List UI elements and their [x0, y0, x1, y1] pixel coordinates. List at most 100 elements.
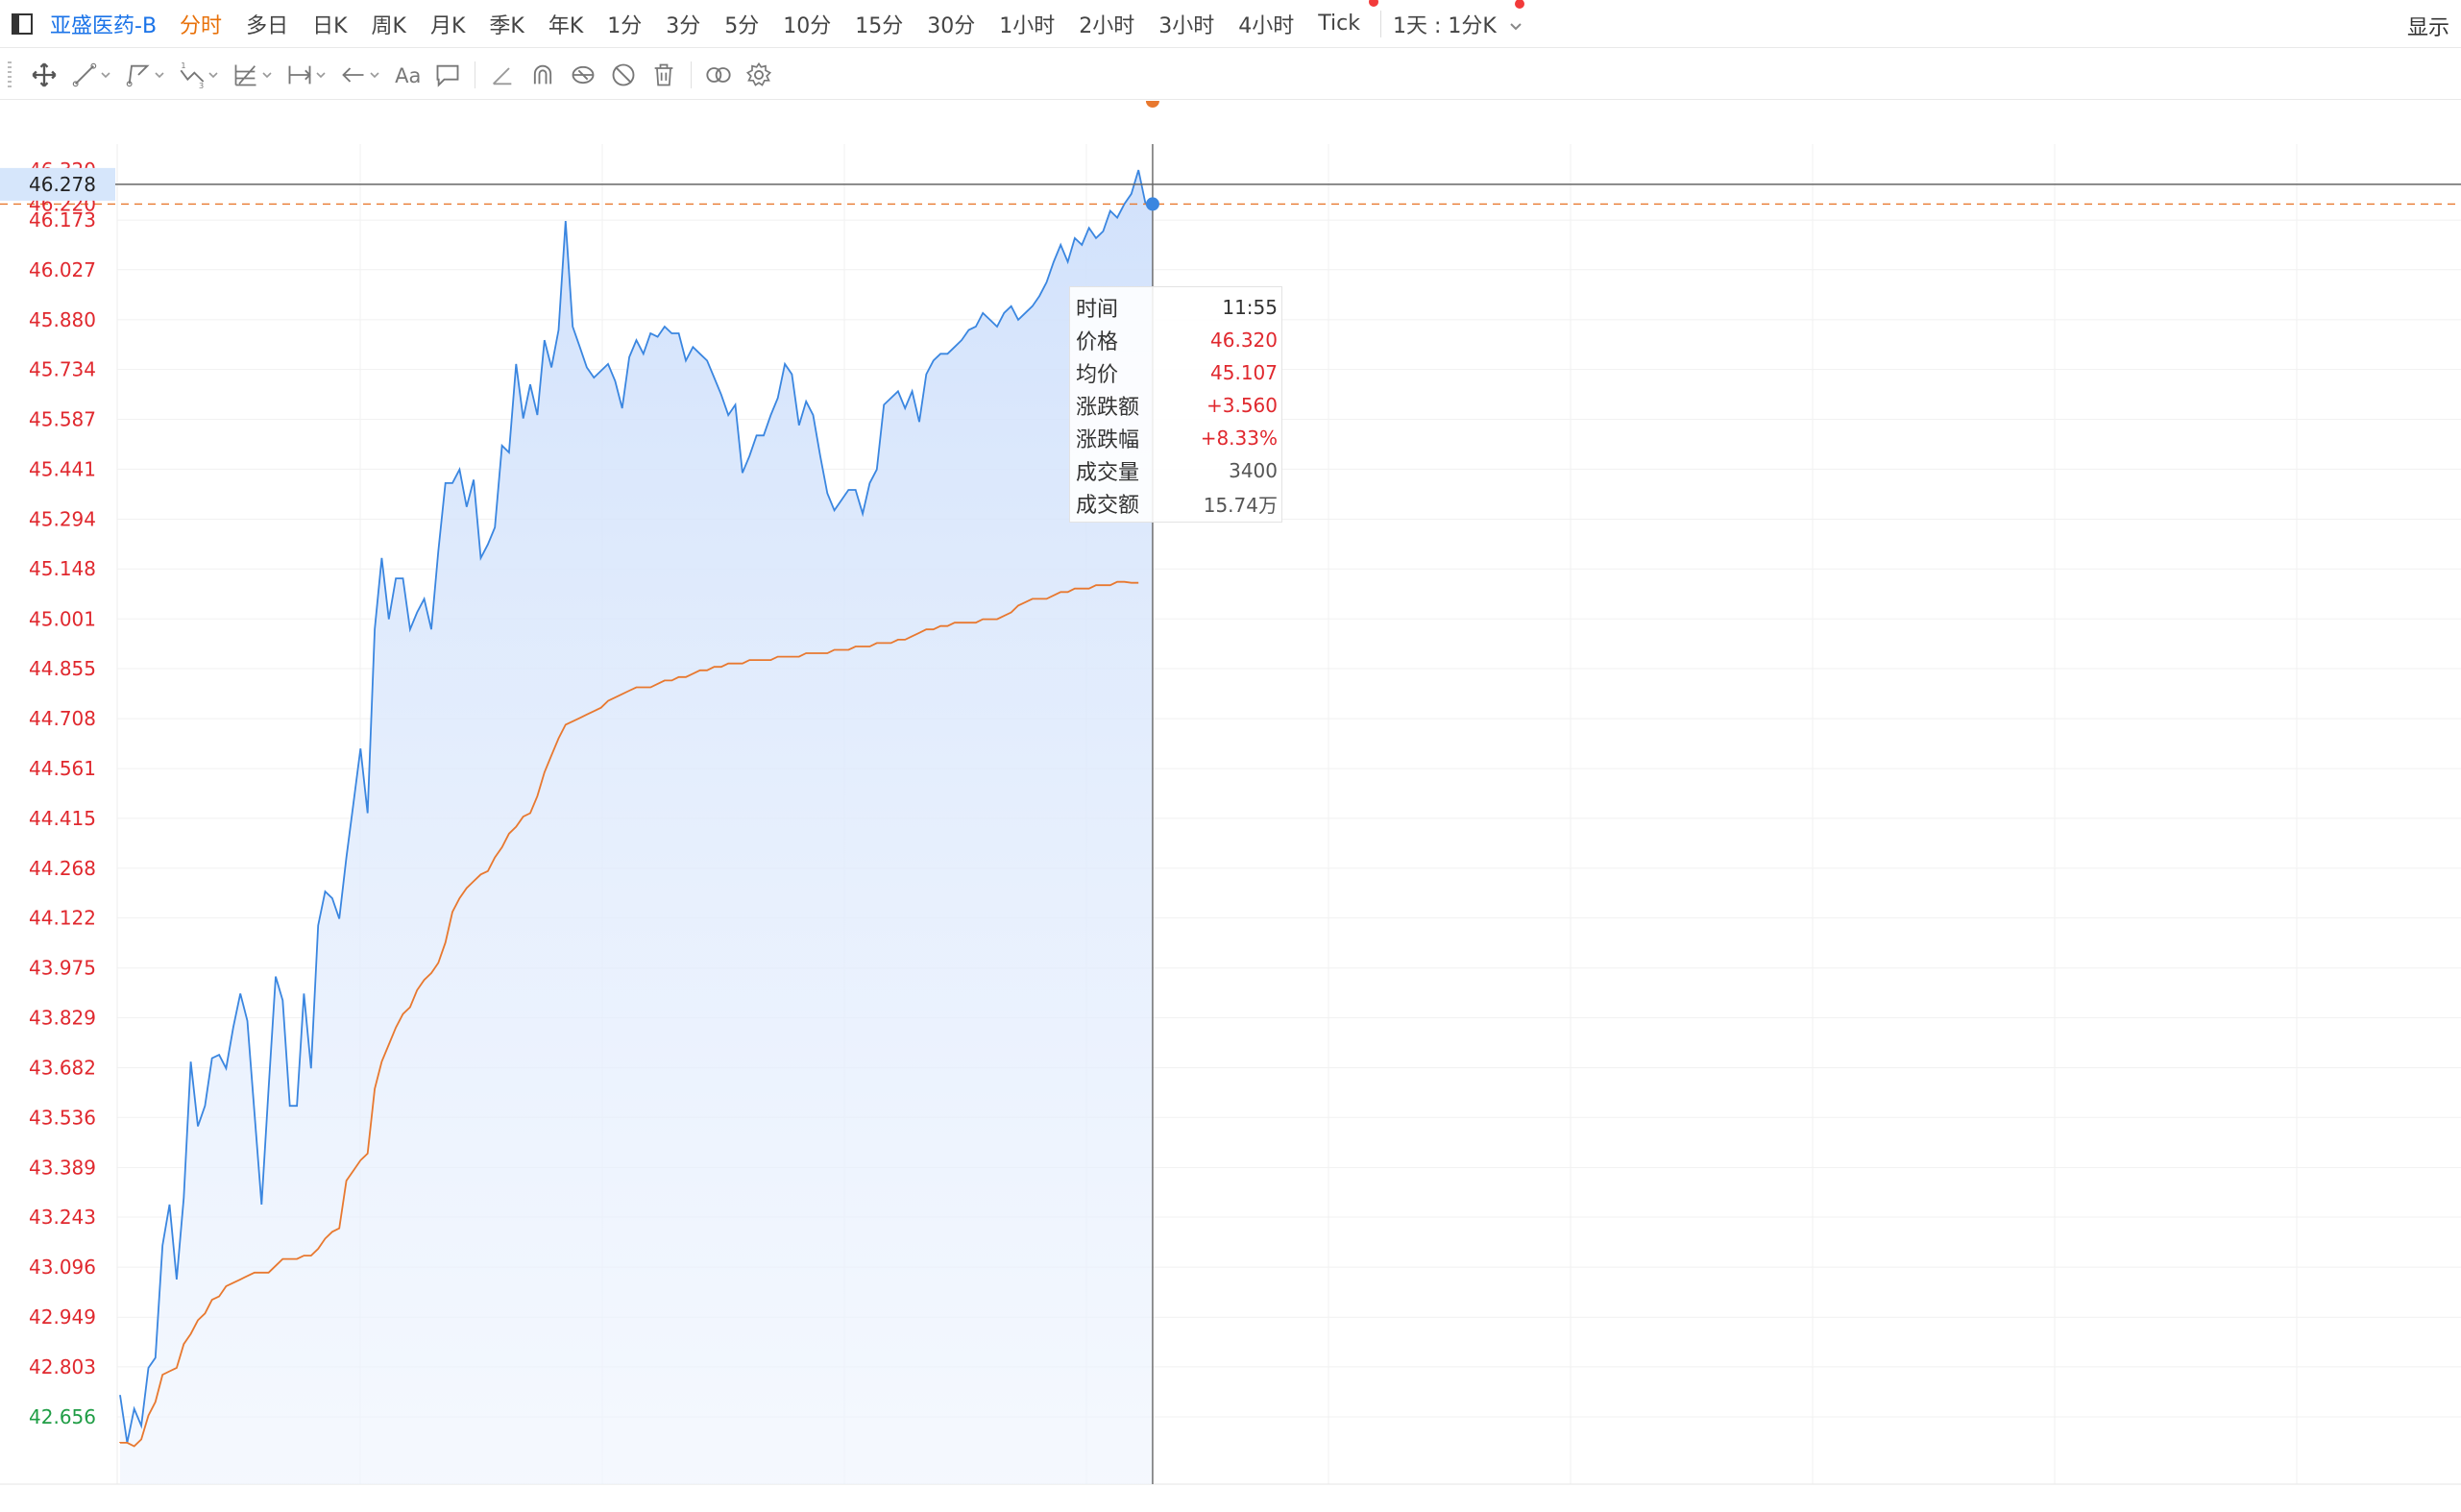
tooltip-label: 价格: [1076, 330, 1119, 354]
chevron-down-icon[interactable]: [207, 70, 219, 80]
top-bar: 亚盛医药-B 分时 多日 日K 周K 月K 季K 年K 1分 3分 5分 10分 15分 30分 1小时 2…: [0, 0, 2461, 48]
tab-timeframe[interactable]: 15分: [855, 9, 903, 39]
tab-timeframe[interactable]: 周K: [372, 9, 406, 39]
tab-timeframe[interactable]: 多日: [246, 9, 288, 39]
tooltip-row: 涨跌幅 +8.33%: [1076, 422, 1278, 454]
y-tick-label: 43.536: [29, 1106, 96, 1129]
arrow-left-tool[interactable]: [340, 61, 380, 88]
svg-text:Aa: Aa: [395, 64, 421, 87]
stock-name[interactable]: 亚盛医药-B: [50, 9, 157, 39]
y-tick-label: 43.975: [29, 957, 96, 980]
compare-tool[interactable]: [705, 61, 732, 88]
arrow-left-icon: [342, 66, 364, 83]
y-tick-label: 44.268: [29, 857, 96, 880]
tab-timeframe[interactable]: 5分: [724, 9, 759, 39]
sub-timeframe-label: 1天 : 1分K: [1392, 13, 1497, 38]
ruler-angle-tool[interactable]: [489, 61, 516, 88]
tooltip-label: 成交额: [1076, 494, 1140, 518]
y-tick-label: 43.243: [29, 1206, 96, 1229]
trash-tool[interactable]: [650, 61, 677, 88]
sidebar-toggle-icon[interactable]: [12, 12, 33, 35]
hide-drawings-tool[interactable]: [610, 61, 637, 88]
crosshair-tooltip: 时间 11:55 价格 46.320 均价 45.107 涨跌额 +3.560 涨跌幅 +8.33…: [1069, 286, 1282, 523]
tab-timeframe[interactable]: Tick: [1318, 12, 1360, 36]
settings-gear-icon: [745, 61, 772, 86]
y-tick-label: 45.001: [29, 607, 96, 630]
price-marker-dot: [1145, 197, 1159, 211]
tab-timeframe[interactable]: 10分: [783, 9, 831, 39]
y-tick-label: 43.096: [29, 1256, 96, 1279]
tooltip-row: 涨跌额 +3.560: [1076, 389, 1278, 422]
y-tick-label: 45.148: [29, 557, 96, 580]
tab-timeframe[interactable]: 2小时: [1079, 9, 1134, 39]
tab-timeframe[interactable]: 月K: [430, 9, 465, 39]
magnet-tool[interactable]: [529, 61, 556, 88]
tooltip-row: 成交额 15.74万: [1076, 487, 1278, 520]
intraday-chart[interactable]: 46.32046.22046.17346.02745.88045.73445.5…: [0, 94, 2461, 1508]
comment-icon: [436, 64, 459, 87]
text-tool[interactable]: Aa: [394, 61, 421, 88]
move-icon: [32, 62, 57, 86]
price-area-fill: [120, 170, 1153, 1484]
sub-timeframe-dropdown[interactable]: 1天 : 1分K: [1392, 0, 1524, 39]
tooltip-value: +8.33%: [1200, 427, 1278, 450]
y-tick-label: 42.656: [29, 1405, 96, 1428]
text-icon: Aa: [395, 64, 421, 87]
wave-pattern-icon: 13: [180, 61, 205, 88]
tab-timeframe[interactable]: 30分: [927, 9, 975, 39]
y-tick-label: 44.122: [29, 907, 96, 930]
tab-timeframe[interactable]: 日K: [312, 9, 347, 39]
tab-timeframe[interactable]: 年K: [548, 9, 583, 39]
lock-drawings-icon: [572, 65, 595, 84]
y-tick-label: 45.587: [29, 408, 96, 431]
lock-drawings-tool[interactable]: [570, 61, 597, 88]
y-tick-label: 44.561: [29, 757, 96, 780]
chevron-down-icon[interactable]: [261, 70, 273, 80]
tooltip-label: 时间: [1076, 298, 1119, 322]
chevron-down-icon[interactable]: [100, 70, 111, 80]
trend-line-icon: [72, 62, 97, 86]
toolbar-grip[interactable]: [8, 61, 12, 88]
tab-timeframe[interactable]: 分时: [180, 9, 222, 39]
chevron-down-icon: [1510, 22, 1522, 30]
drawing-toolbar: 1 3 Aa: [0, 50, 2461, 100]
tooltip-label: 成交量: [1076, 461, 1140, 485]
trash-icon: [654, 63, 673, 85]
y-tick-label: 45.880: [29, 308, 96, 331]
compare-icon: [706, 66, 731, 83]
tab-timeframe[interactable]: 4小时: [1238, 9, 1294, 39]
tab-timeframe[interactable]: 3小时: [1158, 9, 1214, 39]
tooltip-row: 时间 11:55: [1076, 291, 1278, 324]
chevron-down-icon[interactable]: [369, 70, 380, 80]
divider: [1379, 10, 1381, 37]
tab-timeframe[interactable]: 3分: [666, 9, 700, 39]
comment-tool[interactable]: [434, 61, 461, 88]
trend-line-tool[interactable]: [71, 61, 111, 88]
settings-gear-tool[interactable]: [745, 61, 772, 88]
wave-pattern-tool[interactable]: 13: [179, 61, 219, 88]
notification-dot: [1514, 0, 1524, 9]
y-tick-label: 45.294: [29, 507, 96, 530]
crosshair-price-label: 46.278: [29, 173, 96, 196]
y-tick-label: 43.829: [29, 1006, 96, 1029]
tab-timeframe[interactable]: 1小时: [999, 9, 1055, 39]
measure-range-tool[interactable]: [286, 61, 327, 88]
display-button[interactable]: 显示: [2407, 11, 2449, 41]
polyline-icon: [126, 64, 150, 86]
chevron-down-icon[interactable]: [154, 70, 165, 80]
y-tick-label: 44.855: [29, 657, 96, 680]
tab-timeframe[interactable]: 1分: [607, 9, 642, 39]
y-tick-label: 45.441: [29, 457, 96, 480]
y-tick-label: 43.389: [29, 1156, 96, 1179]
y-tick-label: 46.027: [29, 258, 96, 281]
polyline-tool[interactable]: [125, 61, 165, 88]
average-marker-dot: [1145, 94, 1159, 108]
chevron-down-icon[interactable]: [315, 70, 327, 80]
y-tick-label: 44.415: [29, 807, 96, 830]
move-tool[interactable]: [31, 61, 58, 88]
fibonacci-tool[interactable]: [232, 61, 273, 88]
y-tick-label: 44.708: [29, 707, 96, 730]
tooltip-value: 45.107: [1210, 361, 1278, 384]
tooltip-row: 价格 46.320: [1076, 324, 1278, 356]
tab-timeframe[interactable]: 季K: [489, 9, 524, 39]
